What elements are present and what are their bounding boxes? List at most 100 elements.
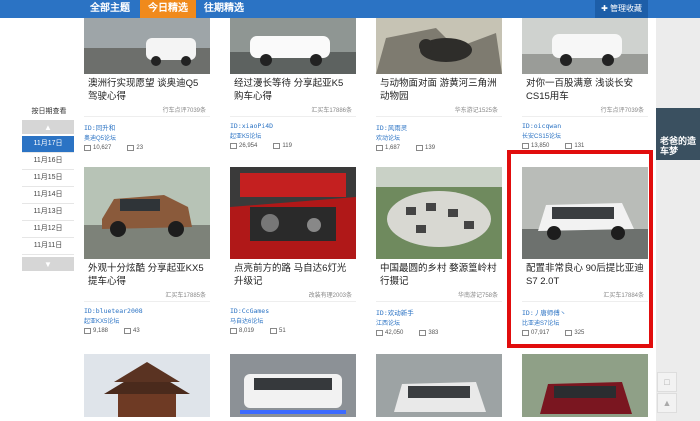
manage-favorites-button[interactable]: ✚ 管理收藏 <box>595 0 648 18</box>
comment-icon <box>270 328 278 334</box>
article-title[interactable]: 与动物面对面 游黄河三角洲动物园 <box>376 74 502 105</box>
view-count: 26,954 <box>239 143 258 149</box>
article-card[interactable] <box>376 354 502 417</box>
article-card[interactable]: 经过漫长等待 分享起亚K5购车心得 汇买车17886条 ID:xiaoPi4D … <box>230 18 356 149</box>
article-source: 华南游记758条 <box>376 290 502 302</box>
article-thumbnail[interactable] <box>376 18 502 74</box>
back-to-top-icon[interactable]: ▲ <box>657 393 677 413</box>
forum-link[interactable]: 起亚KX5论坛 <box>84 315 210 325</box>
article-card[interactable]: 对你一百股满意 浅谈长安CS15用车 行车点评7039条 ID:oicqwan … <box>522 18 648 149</box>
forum-link[interactable]: 起亚K5论坛 <box>230 130 356 140</box>
reply-count: 51 <box>279 328 286 334</box>
view-count: 42,050 <box>385 330 404 336</box>
comment-icon <box>419 330 427 336</box>
article-source: 改装有理2003条 <box>230 290 356 302</box>
views-icon <box>84 145 91 151</box>
reply-count: 43 <box>133 328 140 334</box>
view-count: 8,019 <box>239 328 255 334</box>
article-thumbnail[interactable] <box>376 354 502 417</box>
author-id[interactable]: ID:欢动新手 <box>376 302 502 317</box>
forum-link[interactable]: 长安CS15论坛 <box>522 130 648 140</box>
article-card[interactable] <box>230 354 356 417</box>
article-card[interactable]: 外观十分炫酷 分享起亚KX5提车心得 汇买车17885条 ID:bluetear… <box>84 167 210 334</box>
manage-favorites-label: 管理收藏 <box>610 4 642 13</box>
comment-icon <box>565 143 573 149</box>
article-thumbnail[interactable] <box>84 354 210 417</box>
date-item[interactable]: 11月15日 <box>22 170 74 187</box>
article-thumbnail[interactable] <box>84 167 210 259</box>
article-card[interactable]: 澳洲行实现愿望 谈奥迪Q5驾驶心得 行车点评7039条 ID:同升和 奥迪Q5论… <box>84 18 210 151</box>
feedback-icon[interactable]: □ <box>657 372 677 392</box>
article-title[interactable]: 点亮前方的路 马自达6灯光升级记 <box>230 259 356 290</box>
selection-highlight <box>507 150 653 348</box>
views-icon <box>230 143 237 149</box>
article-card[interactable] <box>84 354 210 417</box>
reply-count: 119 <box>282 143 292 149</box>
forum-link[interactable]: 奥迪Q5论坛 <box>84 132 210 142</box>
article-source: 华东游记1525条 <box>376 105 502 117</box>
article-card[interactable]: 点亮前方的路 马自达6灯光升级记 改装有理2003条 ID:CcGames 马自… <box>230 167 356 334</box>
reply-count: 139 <box>425 145 436 151</box>
reply-count: 383 <box>428 330 439 336</box>
article-thumbnail[interactable] <box>522 354 648 417</box>
article-source: 行车点评7039条 <box>522 105 648 117</box>
article-title[interactable]: 澳洲行实现愿望 谈奥迪Q5驾驶心得 <box>84 74 210 105</box>
scroll-down-arrow-icon[interactable]: ▼ <box>22 257 74 271</box>
reply-count: 23 <box>136 145 144 151</box>
views-icon <box>376 330 383 336</box>
author-id[interactable]: ID:oicqwan <box>522 117 648 130</box>
comment-icon <box>127 145 135 151</box>
article-card[interactable]: 中国最圆的乡村 婺源篁岭村行摄记 华南游记758条 ID:欢动新手 江西论坛 4… <box>376 167 502 336</box>
tab-today-picks[interactable]: 今日精选 <box>140 0 196 18</box>
article-source: 汇买车17886条 <box>230 105 356 117</box>
views-icon <box>522 143 529 149</box>
views-icon <box>376 145 383 151</box>
forum-link[interactable]: 江西论坛 <box>376 317 502 327</box>
side-ad-banner[interactable]: 老爸的造车梦 <box>656 108 700 160</box>
view-count: 9,188 <box>93 328 109 334</box>
view-count: 1,687 <box>385 145 401 151</box>
article-card[interactable] <box>522 354 648 417</box>
article-thumbnail[interactable] <box>522 18 648 74</box>
comment-icon <box>416 145 424 151</box>
tab-all-topics[interactable]: 全部主题 <box>80 0 140 18</box>
scroll-up-arrow-icon[interactable]: ▲ <box>22 120 74 134</box>
article-thumbnail[interactable] <box>84 18 210 74</box>
top-nav-bar: 全部主题 今日精选 往期精选 ✚ 管理收藏 <box>0 0 700 18</box>
article-title[interactable]: 外观十分炫酷 分享起亚KX5提车心得 <box>84 259 210 290</box>
comment-icon <box>273 143 281 149</box>
forum-link[interactable]: 欢动论坛 <box>376 132 502 142</box>
tab-past-picks[interactable]: 往期精选 <box>196 0 252 18</box>
sidebar-title: 按日期查看 <box>31 108 67 115</box>
author-id[interactable]: ID:bluetear2008 <box>84 302 210 315</box>
view-count: 10,627 <box>93 145 112 151</box>
date-item[interactable]: 11月13日 <box>22 204 74 221</box>
forum-link[interactable]: 马自达6论坛 <box>230 315 356 325</box>
article-title[interactable]: 中国最圆的乡村 婺源篁岭村行摄记 <box>376 259 502 290</box>
date-item[interactable]: 11月12日 <box>22 221 74 238</box>
reply-count: 131 <box>574 143 585 149</box>
views-icon <box>230 328 237 334</box>
date-sidebar: 按日期查看 ▲ 11月17日 11月16日 11月15日 11月14日 11月1… <box>22 106 76 273</box>
date-item[interactable]: 11月14日 <box>22 187 74 204</box>
author-id[interactable]: ID:CcGames <box>230 302 356 315</box>
date-item[interactable]: 11月16日 <box>22 153 74 170</box>
article-thumbnail[interactable] <box>230 167 356 259</box>
date-item[interactable]: 11月11日 <box>22 238 74 255</box>
article-card[interactable]: 与动物面对面 游黄河三角洲动物园 华东游记1525条 ID:风雨灵 欢动论坛 1… <box>376 18 502 151</box>
article-source: 汇买车17885条 <box>84 290 210 302</box>
date-item[interactable]: 11月17日 <box>22 136 74 153</box>
article-thumbnail[interactable] <box>230 18 356 74</box>
view-count: 13,850 <box>531 143 550 149</box>
views-icon <box>84 328 91 334</box>
plus-icon: ✚ <box>601 4 610 13</box>
author-id[interactable]: ID:风雨灵 <box>376 117 502 132</box>
article-title[interactable]: 经过漫长等待 分享起亚K5购车心得 <box>230 74 356 105</box>
ad-text: 老爸的造车梦 <box>660 136 697 156</box>
article-thumbnail[interactable] <box>230 354 356 417</box>
author-id[interactable]: ID:xiaoPi4D <box>230 117 356 130</box>
author-id[interactable]: ID:同升和 <box>84 117 210 132</box>
article-thumbnail[interactable] <box>376 167 502 259</box>
comment-icon <box>124 328 132 334</box>
article-title[interactable]: 对你一百股满意 浅谈长安CS15用车 <box>522 74 648 105</box>
